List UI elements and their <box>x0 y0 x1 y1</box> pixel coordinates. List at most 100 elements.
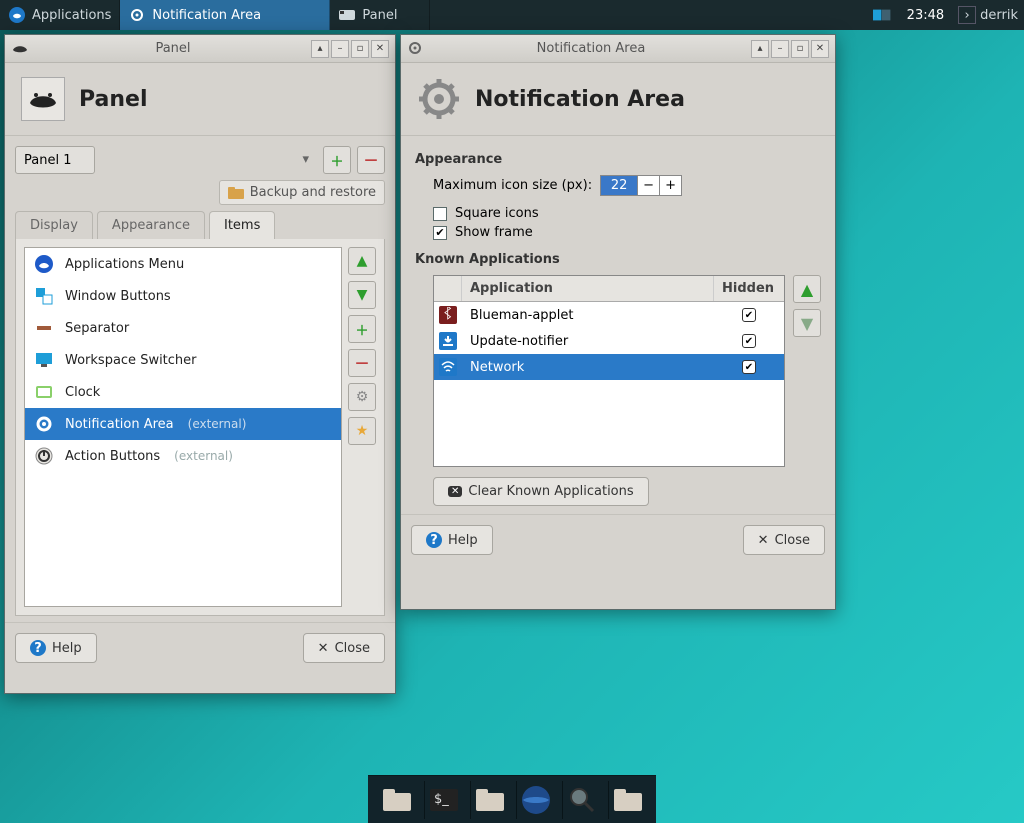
window-maximize-button[interactable]: ▫ <box>351 40 369 58</box>
item-label: Workspace Switcher <box>65 353 197 368</box>
dock-files-icon[interactable] <box>378 781 416 819</box>
list-item[interactable]: Workspace Switcher <box>25 344 341 376</box>
dock-files-icon[interactable] <box>470 781 508 819</box>
item-label: Action Buttons <box>65 449 160 464</box>
panel-window: Panel ▴ – ▫ ✕ Panel Panel 1 ＋ — <box>4 34 396 694</box>
window-minimize-button[interactable]: – <box>331 40 349 58</box>
app-move-up-button[interactable]: ▲ <box>793 275 821 303</box>
dock-terminal-icon[interactable]: $_ <box>424 781 462 819</box>
items-list[interactable]: Applications Menu Window Buttons Separator… <box>24 247 342 607</box>
top-taskbar: Applications Notification Area Panel 23:… <box>0 0 1024 30</box>
tab-appearance[interactable]: Appearance <box>97 211 205 239</box>
notif-titlebar[interactable]: Notification Area ▴ – ▫ ✕ <box>401 35 835 63</box>
move-up-button[interactable]: ▲ <box>348 247 376 275</box>
list-item[interactable]: Action Buttons(external) <box>25 440 341 472</box>
list-item[interactable]: Applications Menu <box>25 248 341 280</box>
item-ext-label: (external) <box>188 417 247 431</box>
remove-item-button[interactable]: — <box>348 349 376 377</box>
panel-help-button[interactable]: ? Help <box>15 633 97 663</box>
taskbar-task-panel[interactable]: Panel <box>330 0 430 30</box>
panel-heading: Panel <box>79 87 148 112</box>
app-name: Network <box>462 360 714 375</box>
gear-big-icon <box>417 77 461 121</box>
download-icon <box>439 332 457 350</box>
window-close-button[interactable]: ✕ <box>371 40 389 58</box>
panel-titlebar[interactable]: Panel ▴ – ▫ ✕ <box>5 35 395 63</box>
window-maximize-button[interactable]: ▫ <box>791 40 809 58</box>
applications-menu-button[interactable]: Applications <box>0 0 120 30</box>
table-row[interactable]: Network <box>434 354 784 380</box>
max-icon-input[interactable] <box>601 176 637 195</box>
close-icon: ✕ <box>318 641 329 656</box>
table-header: Application Hidden <box>434 276 784 302</box>
table-row[interactable]: Update-notifier <box>434 328 784 354</box>
window-close-button[interactable]: ✕ <box>811 40 829 58</box>
add-item-button[interactable]: ＋ <box>348 315 376 343</box>
known-apps-section-label: Known Applications <box>415 252 821 267</box>
chevron-right-icon[interactable]: › <box>958 6 976 24</box>
separator-icon <box>33 317 55 339</box>
known-apps-table[interactable]: Application Hidden Blueman-applet Update-… <box>433 275 785 467</box>
tab-display[interactable]: Display <box>15 211 93 239</box>
spinner-minus-button[interactable]: − <box>637 176 659 195</box>
notif-heading: Notification Area <box>475 87 685 112</box>
list-item[interactable]: Window Buttons <box>25 280 341 312</box>
notif-close-button[interactable]: ✕ Close <box>743 525 825 555</box>
gear-icon <box>407 40 425 58</box>
clock-label: 23:48 <box>897 8 954 23</box>
mouse-big-icon <box>21 77 65 121</box>
window-up-button[interactable]: ▴ <box>751 40 769 58</box>
workspace-indicator-icon[interactable] <box>873 6 891 24</box>
col-application[interactable]: Application <box>462 276 714 301</box>
window-up-button[interactable]: ▴ <box>311 40 329 58</box>
panel-header: Panel <box>5 63 395 136</box>
dock-web-icon[interactable] <box>516 781 554 819</box>
list-item[interactable]: Separator <box>25 312 341 344</box>
dock-files-icon[interactable] <box>608 781 646 819</box>
add-panel-button[interactable]: ＋ <box>323 146 351 174</box>
list-item[interactable]: Notification Area(external) <box>25 408 341 440</box>
panel-select[interactable]: Panel 1 <box>15 146 95 174</box>
taskbar-task-notification[interactable]: Notification Area <box>120 0 330 30</box>
remove-panel-button[interactable]: — <box>357 146 385 174</box>
app-move-down-button[interactable]: ▼ <box>793 309 821 337</box>
clear-known-apps-button[interactable]: ✕ Clear Known Applications <box>433 477 649 506</box>
square-icons-checkbox[interactable] <box>433 207 447 221</box>
notif-help-button[interactable]: ? Help <box>411 525 493 555</box>
window-minimize-button[interactable]: – <box>771 40 789 58</box>
backup-restore-button[interactable]: Backup and restore <box>219 180 385 205</box>
workspace-icon <box>33 349 55 371</box>
help-icon: ? <box>30 640 46 656</box>
bottom-dock: $_ <box>368 775 656 823</box>
task-label: Panel <box>362 8 397 23</box>
tab-items[interactable]: Items <box>209 211 275 239</box>
show-frame-checkbox[interactable] <box>433 226 447 240</box>
notification-area-window: Notification Area ▴ – ▫ ✕ Notification A… <box>400 34 836 610</box>
gear-icon <box>33 413 55 435</box>
panel-close-button[interactable]: ✕ Close <box>303 633 385 663</box>
table-row[interactable]: Blueman-applet <box>434 302 784 328</box>
item-settings-button[interactable]: ⚙ <box>348 383 376 411</box>
app-name: Update-notifier <box>462 334 714 349</box>
window-title: Notification Area <box>431 41 751 56</box>
item-label: Separator <box>65 321 129 336</box>
task-label: Notification Area <box>152 8 261 23</box>
max-icon-label: Maximum icon size (px): <box>433 178 592 193</box>
hidden-checkbox[interactable] <box>742 334 756 348</box>
user-label[interactable]: derrik <box>980 8 1024 23</box>
hidden-checkbox[interactable] <box>742 360 756 374</box>
move-down-button[interactable]: ▼ <box>348 281 376 309</box>
clock-icon <box>33 381 55 403</box>
spinner-plus-button[interactable]: + <box>659 176 681 195</box>
hidden-checkbox[interactable] <box>742 308 756 322</box>
dock-search-icon[interactable] <box>562 781 600 819</box>
panel-tabs: Display Appearance Items <box>15 211 385 239</box>
item-label: Window Buttons <box>65 289 171 304</box>
col-hidden[interactable]: Hidden <box>714 276 784 301</box>
item-favorite-button[interactable]: ★ <box>348 417 376 445</box>
list-item[interactable]: Clock <box>25 376 341 408</box>
item-label: Applications Menu <box>65 257 184 272</box>
help-icon: ? <box>426 532 442 548</box>
app-name: Blueman-applet <box>462 308 714 323</box>
close-icon: ✕ <box>758 533 769 548</box>
